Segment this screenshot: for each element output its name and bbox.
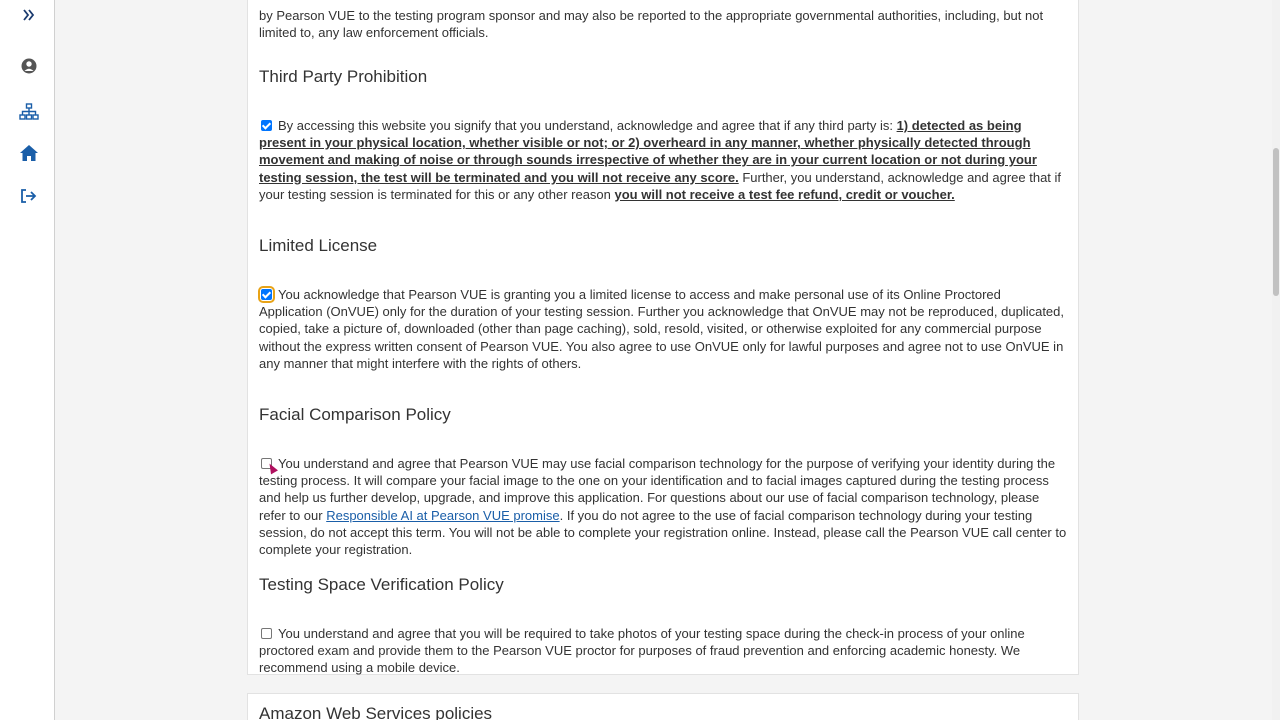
expand-icon[interactable] bbox=[18, 4, 40, 26]
third-party-checkbox[interactable] bbox=[261, 120, 272, 131]
scrollbar-thumb[interactable] bbox=[1273, 148, 1279, 296]
section-title-limited-license: Limited License bbox=[259, 236, 378, 255]
section-title-aws: Amazon Web Services policies bbox=[259, 704, 493, 720]
section-title-testing-space: Testing Space Verification Policy bbox=[259, 575, 504, 594]
user-icon[interactable] bbox=[18, 55, 40, 77]
scrollbar[interactable] bbox=[1272, 0, 1280, 720]
sidebar bbox=[0, 0, 55, 720]
term-third-party: By accessing this website you signify th… bbox=[259, 117, 1067, 203]
third-party-text-1: By accessing this website you signify th… bbox=[278, 118, 897, 133]
testing-space-text: You understand and agree that you will b… bbox=[259, 626, 1025, 676]
intro-paragraph: by Pearson VUE to the testing program sp… bbox=[259, 8, 1044, 41]
home-icon[interactable] bbox=[18, 142, 40, 164]
term-testing-space: You understand and agree that you will b… bbox=[259, 625, 1067, 677]
limited-license-checkbox[interactable] bbox=[258, 286, 275, 303]
limited-license-text: You acknowledge that Pearson VUE is gran… bbox=[259, 287, 1064, 371]
section-title-facial: Facial Comparison Policy bbox=[259, 405, 451, 424]
testing-space-checkbox[interactable] bbox=[261, 628, 272, 639]
section-title-third-party: Third Party Prohibition bbox=[259, 67, 428, 86]
sign-out-icon[interactable] bbox=[18, 185, 40, 207]
term-facial: You understand and agree that Pearson VU… bbox=[259, 455, 1067, 558]
aws-card: Amazon Web Services policies bbox=[247, 693, 1079, 720]
responsible-ai-link[interactable]: Responsible AI at Pearson VUE promise bbox=[326, 508, 559, 523]
third-party-bold-2: you will not receive a test fee refund, … bbox=[614, 186, 955, 202]
main-content: by Pearson VUE to the testing program sp… bbox=[55, 0, 1272, 720]
policies-card: by Pearson VUE to the testing program sp… bbox=[247, 0, 1079, 675]
term-limited-license: You acknowledge that Pearson VUE is gran… bbox=[258, 286, 1067, 372]
sitemap-icon[interactable] bbox=[18, 101, 40, 123]
